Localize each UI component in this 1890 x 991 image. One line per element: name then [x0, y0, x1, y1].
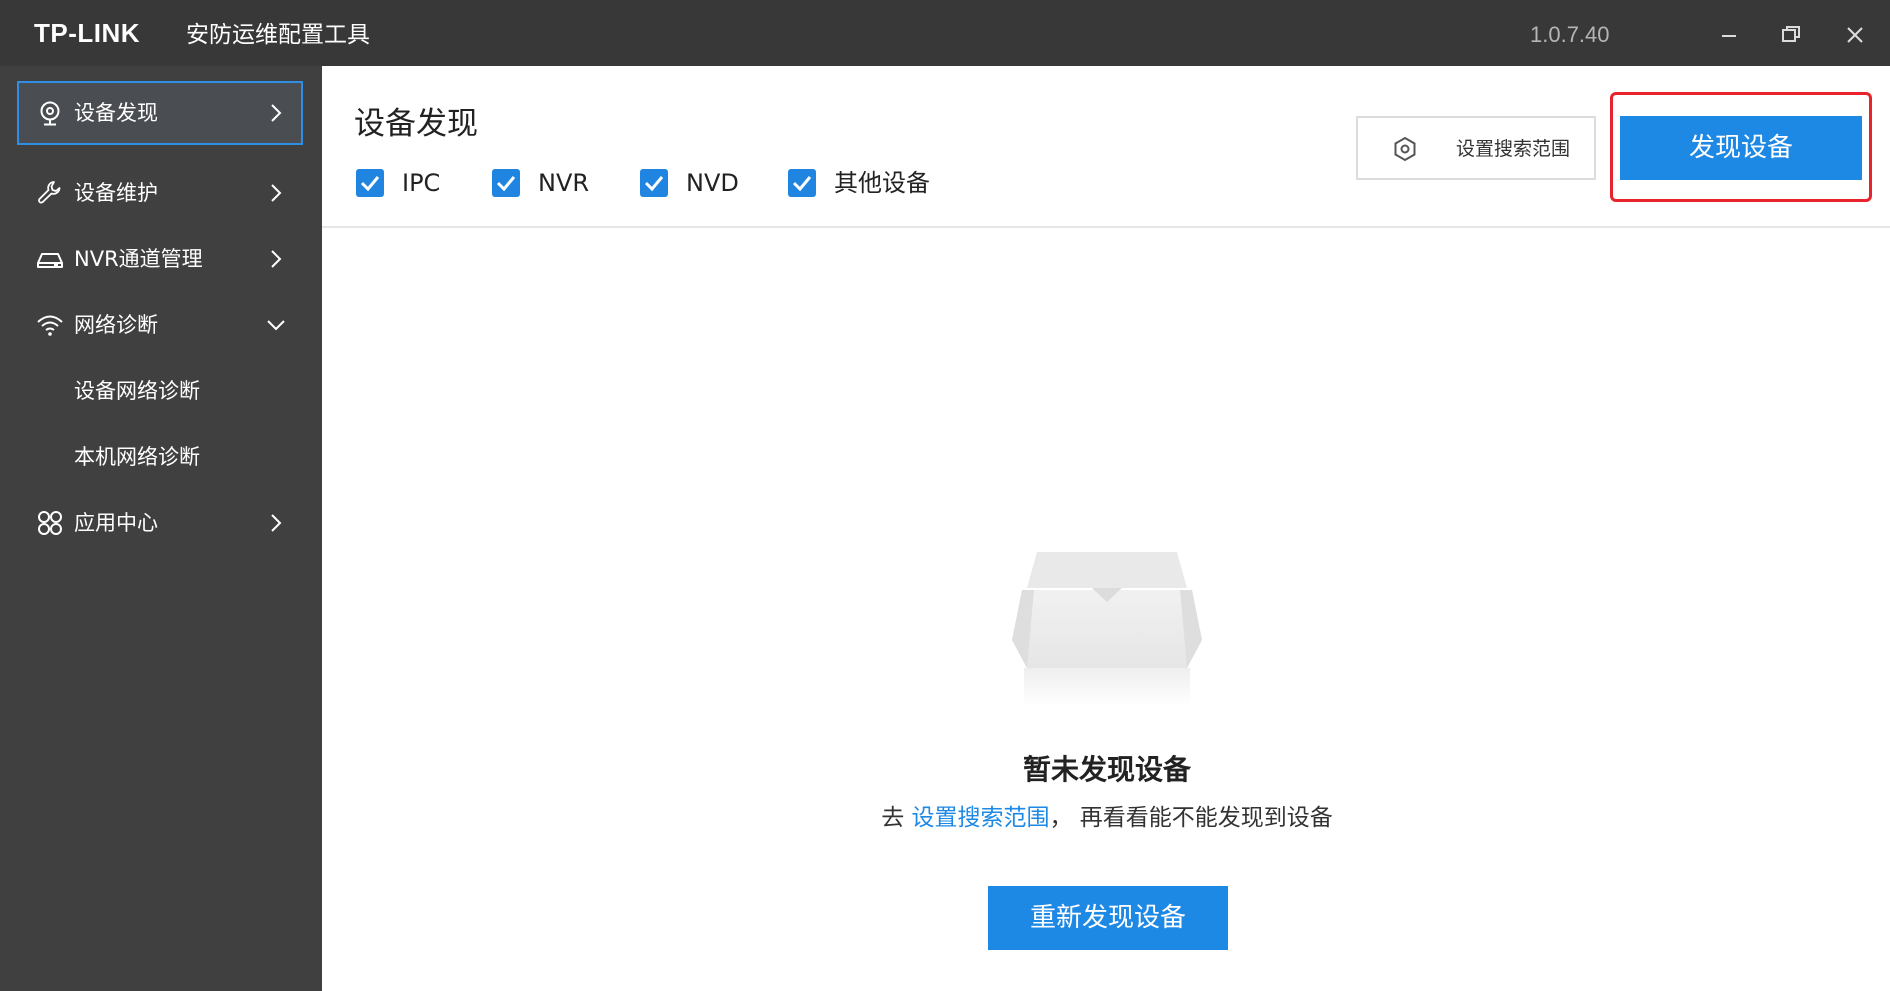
set-search-range-label: 设置搜索范围 [1456, 138, 1571, 160]
filter-ipc-checkbox[interactable]: IPC [356, 166, 446, 200]
main-header: 设备发现 IPC NVR NVD 其他设备 设置搜索范围 发现设备 [322, 66, 1890, 228]
sidebar-subitem-local-network-diagnosis[interactable]: 本机网络诊断 [0, 424, 322, 490]
check-icon [792, 176, 812, 192]
restore-button[interactable] [1774, 18, 1808, 52]
brand-logo: TP-LINK [34, 18, 141, 48]
sidebar-item-label: 设备维护 [74, 181, 158, 205]
filter-nvd-checkbox[interactable]: NVD [640, 166, 740, 200]
page-title: 设备发现 [354, 106, 478, 142]
filter-label: IPC [402, 169, 441, 197]
checkbox-checked[interactable] [788, 169, 816, 197]
version-label: 1.0.7.40 [1530, 22, 1610, 47]
minimize-button[interactable] [1712, 18, 1746, 52]
hint-prefix: 去 [881, 805, 912, 831]
check-icon [496, 176, 516, 192]
sidebar-subitem-device-network-diagnosis[interactable]: 设备网络诊断 [0, 358, 322, 424]
discover-devices-button[interactable]: 发现设备 [1620, 116, 1862, 180]
set-search-range-link[interactable]: 设置搜索范围 [912, 805, 1050, 831]
app-window: TP-LINK 安防运维配置工具 1.0.7.40 设备发现 设备维护 NVR通… [0, 0, 1890, 991]
empty-state-title: 暂未发现设备 [1022, 753, 1191, 786]
title-bar: TP-LINK 安防运维配置工具 1.0.7.40 [0, 0, 1890, 66]
device-list-area: 暂未发现设备 去 设置搜索范围， 再看看能不能发现到设备 重新发现设备 [322, 228, 1890, 991]
sidebar-item-label: 应用中心 [74, 511, 158, 535]
close-button[interactable] [1838, 18, 1872, 52]
checkbox-checked[interactable] [356, 169, 384, 197]
sidebar-item-label: 网络诊断 [74, 313, 158, 337]
sidebar-item-label: 设备发现 [74, 101, 158, 125]
chevron-right-icon [271, 250, 282, 268]
sidebar-item-network-diagnosis[interactable]: 网络诊断 [0, 292, 322, 358]
checkbox-checked[interactable] [640, 169, 668, 197]
wrench-icon [38, 181, 61, 204]
filter-other-devices-checkbox[interactable]: 其他设备 [788, 166, 948, 200]
empty-box-illustration [1012, 552, 1202, 706]
restore-icon [1782, 26, 1800, 42]
chevron-right-icon [271, 184, 282, 202]
chevron-down-icon [267, 320, 285, 331]
chevron-right-icon [271, 104, 282, 122]
app-title: 安防运维配置工具 [186, 22, 370, 48]
settings-gear-icon [1394, 136, 1416, 162]
sidebar-item-device-maintenance[interactable]: 设备维护 [0, 160, 322, 226]
filter-label: NVD [686, 169, 739, 197]
checkbox-checked[interactable] [492, 169, 520, 197]
close-icon [1847, 27, 1863, 43]
check-icon [644, 176, 664, 192]
sidebar-item-device-discovery[interactable]: 设备发现 [0, 66, 322, 160]
sidebar-item-app-center[interactable]: 应用中心 [0, 490, 322, 556]
empty-state-hint: 去 设置搜索范围， 再看看能不能发现到设备 [557, 802, 1657, 834]
sidebar: 设备发现 设备维护 NVR通道管理 网络诊断 设备网络诊断 本机网络诊断 应用中… [0, 66, 322, 991]
chevron-right-icon [271, 514, 282, 532]
check-icon [360, 176, 380, 192]
sidebar-subitem-label: 设备网络诊断 [74, 379, 200, 403]
sidebar-item-label: NVR通道管理 [74, 247, 203, 271]
nvr-device-icon [37, 253, 63, 268]
webcam-icon [40, 101, 60, 126]
hint-suffix: ， 再看看能不能发现到设备 [1049, 805, 1333, 831]
sidebar-subitem-label: 本机网络诊断 [74, 445, 200, 469]
minimize-icon [1722, 35, 1736, 37]
set-search-range-button[interactable]: 设置搜索范围 [1356, 116, 1596, 180]
rediscover-devices-button[interactable]: 重新发现设备 [988, 886, 1228, 950]
filter-label: 其他设备 [834, 169, 930, 197]
rediscover-devices-label: 重新发现设备 [1029, 903, 1186, 933]
sidebar-item-nvr-channel[interactable]: NVR通道管理 [0, 226, 322, 292]
filter-label: NVR [538, 169, 590, 197]
wifi-icon [37, 315, 63, 336]
filter-nvr-checkbox[interactable]: NVR [492, 166, 592, 200]
app-grid-icon [38, 511, 62, 535]
discover-devices-label: 发现设备 [1688, 133, 1793, 163]
